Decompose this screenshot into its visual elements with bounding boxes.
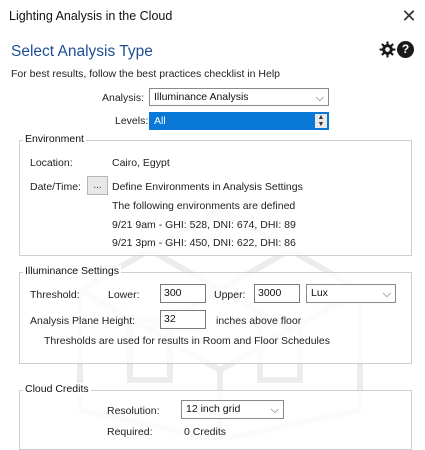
- environment-line: 9/21 3pm - GHI: 450, DNI: 622, DHI: 86: [112, 237, 296, 249]
- threshold-label: Threshold:: [30, 289, 80, 301]
- resolution-dropdown[interactable]: 12 inch grid ⌵: [181, 400, 284, 419]
- datetime-label: Date/Time:: [30, 181, 81, 193]
- chevron-down-icon: ⌵: [270, 404, 279, 416]
- datetime-value: Define Environments in Analysis Settings: [112, 181, 303, 193]
- analysis-dropdown-value: Illuminance Analysis: [154, 91, 249, 103]
- lower-threshold-input[interactable]: 300: [160, 284, 206, 303]
- upper-threshold-input[interactable]: 3000: [254, 284, 300, 303]
- required-label: Required:: [107, 426, 153, 438]
- resolution-dropdown-value: 12 inch grid: [186, 403, 241, 415]
- close-icon[interactable]: ✕: [398, 5, 420, 27]
- best-practices-note: For best results, follow the best practi…: [11, 68, 281, 80]
- analysis-dropdown[interactable]: Illuminance Analysis ⌵: [149, 88, 329, 106]
- defined-environments-note: The following environments are defined: [112, 200, 296, 212]
- plane-height-label: Analysis Plane Height:: [30, 315, 136, 327]
- analysis-label: Analysis:: [102, 92, 145, 104]
- spin-updown-icon[interactable]: ▲ ▼: [315, 114, 327, 128]
- cloud-credits-group: [19, 390, 412, 450]
- unit-dropdown-value: Lux: [311, 287, 328, 299]
- levels-dropdown-value: All: [154, 115, 166, 127]
- required-credits-value: 0 Credits: [184, 426, 227, 438]
- help-icon[interactable]: ?: [397, 41, 414, 58]
- chevron-down-icon: ⌵: [382, 288, 391, 300]
- illuminance-group-title: Illuminance Settings: [23, 265, 121, 277]
- resolution-label: Resolution:: [107, 405, 160, 417]
- plane-height-unit: inches above floor: [216, 315, 302, 327]
- datetime-browse-button[interactable]: ...: [87, 176, 108, 195]
- chevron-down-icon: ⌵: [315, 92, 324, 104]
- levels-label: Levels:: [115, 115, 149, 127]
- upper-label: Upper:: [214, 289, 246, 301]
- environment-line: 9/21 9am - GHI: 528, DNI: 674, DHI: 89: [112, 219, 296, 231]
- page-heading: Select Analysis Type: [11, 43, 153, 60]
- levels-dropdown[interactable]: All ▲ ▼: [149, 112, 329, 130]
- environment-group-title: Environment: [23, 133, 86, 145]
- window-title: Lighting Analysis in the Cloud: [9, 9, 173, 23]
- plane-height-input[interactable]: 32: [160, 310, 206, 329]
- location-value: Cairo, Egypt: [112, 157, 170, 169]
- unit-dropdown[interactable]: Lux ⌵: [306, 284, 396, 303]
- cloud-credits-group-title: Cloud Credits: [23, 383, 91, 395]
- location-label: Location:: [30, 157, 73, 169]
- lower-label: Lower:: [108, 289, 140, 301]
- threshold-note: Thresholds are used for results in Room …: [44, 335, 330, 347]
- gear-icon[interactable]: [379, 41, 396, 58]
